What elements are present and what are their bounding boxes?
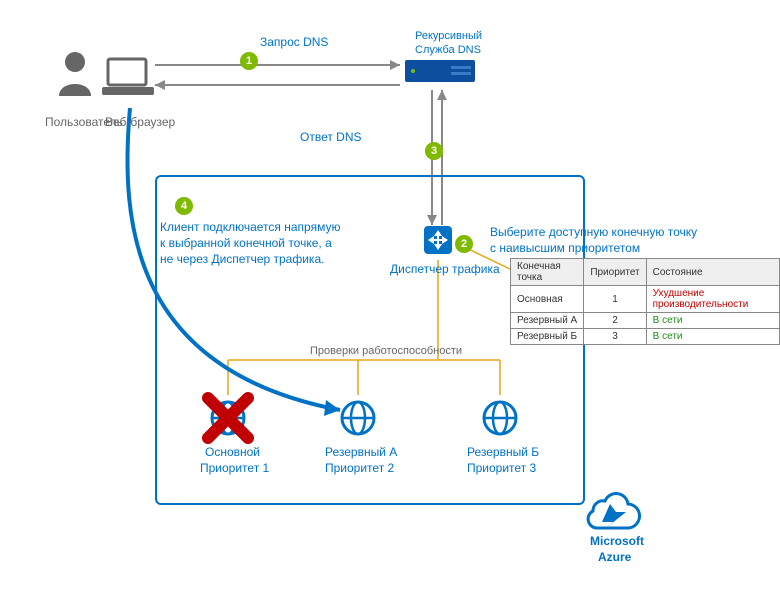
client-connects-l3: не через Диспетчер трафика.	[160, 252, 324, 266]
cell-endpoint: Резервный A	[511, 313, 584, 329]
azure-cloud-icon	[582, 488, 642, 530]
choose-endpoint-l1: Выберите доступную конечную точку	[490, 225, 697, 239]
laptop-icon	[100, 55, 155, 100]
cell-priority: 1	[584, 286, 646, 313]
choose-endpoint-l2: с наивысшим приоритетом	[490, 241, 640, 255]
server-icon	[405, 60, 475, 82]
user-icon	[55, 50, 95, 98]
table-row: Резервный A 2 В сети	[511, 313, 780, 329]
endpoint-backup-a-l2: Приоритет 2	[325, 461, 394, 475]
badge-3: 3	[425, 142, 443, 160]
dns-recursive-line2: Служба DNS	[415, 44, 481, 56]
table-header-row: Конечная точка Приоритет Состояние	[511, 259, 780, 286]
health-checks-label: Проверки работоспособности	[310, 345, 462, 357]
cell-status: В сети	[646, 329, 779, 345]
cell-priority: 3	[584, 329, 646, 345]
col-priority: Приоритет	[584, 259, 646, 286]
diagram-canvas: Пользователь Веб-браузер Запрос DNS 1 Ре…	[0, 0, 780, 600]
x-icon	[200, 390, 256, 446]
browser-label: Веб-браузер	[105, 115, 175, 129]
badge-2: 2	[455, 235, 473, 253]
cell-status: В сети	[646, 313, 779, 329]
endpoint-backup-b-l1: Резервный Б	[467, 445, 539, 459]
azure-label-l2: Azure	[598, 550, 631, 564]
dns-recursive-line1: Рекурсивный	[415, 30, 482, 42]
endpoint-backup-a-l1: Резервный A	[325, 445, 397, 459]
traffic-manager-icon	[420, 222, 456, 258]
cell-endpoint: Резервный Б	[511, 329, 584, 345]
traffic-manager-label: Диспетчер трафика	[390, 262, 500, 276]
col-status: Состояние	[646, 259, 779, 286]
dns-query-label: Запрос DNS	[260, 35, 328, 49]
cell-endpoint: Основная	[511, 286, 584, 313]
endpoint-primary-l1: Основной	[205, 445, 260, 459]
cell-status: Ухудшение производительности	[646, 286, 779, 313]
client-connects-l1: Клиент подключается напрямую	[160, 220, 340, 234]
globe-icon	[480, 398, 520, 438]
endpoint-backup-b-l2: Приоритет 3	[467, 461, 536, 475]
table-row: Основная 1 Ухудшение производительности	[511, 286, 780, 313]
badge-1: 1	[240, 52, 258, 70]
cell-priority: 2	[584, 313, 646, 329]
client-connects-l2: к выбранной конечной точке, а	[160, 236, 332, 250]
globe-icon	[338, 398, 378, 438]
badge-4: 4	[175, 197, 193, 215]
table-row: Резервный Б 3 В сети	[511, 329, 780, 345]
dns-response-label: Ответ DNS	[300, 130, 362, 144]
azure-label-l1: Microsoft	[590, 534, 644, 548]
endpoint-primary-l2: Приоритет 1	[200, 461, 269, 475]
col-endpoint: Конечная точка	[511, 259, 584, 286]
endpoint-priority-table: Конечная точка Приоритет Состояние Основ…	[510, 258, 780, 345]
